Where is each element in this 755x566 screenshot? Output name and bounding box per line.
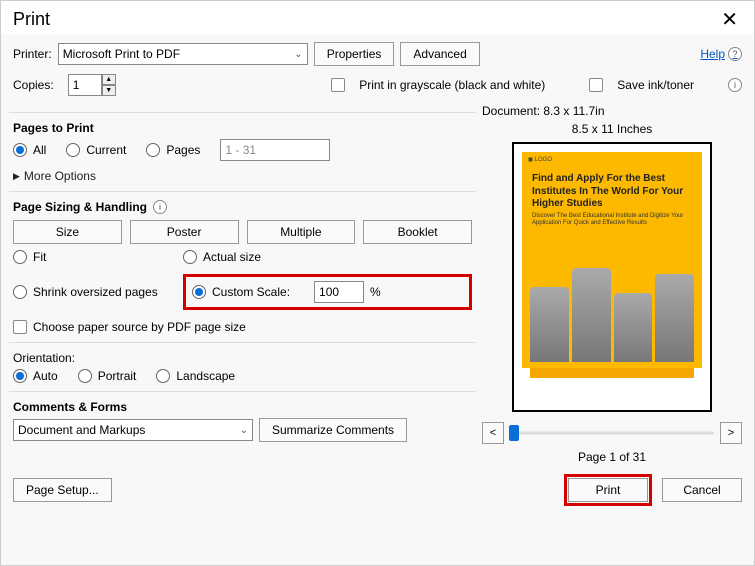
custom-scale-label: Custom Scale: [212, 285, 290, 299]
paper-size-label: 8.5 x 11 Inches [482, 122, 742, 136]
cancel-button[interactable]: Cancel [662, 478, 742, 502]
summarize-button[interactable]: Summarize Comments [259, 418, 407, 442]
triangle-right-icon: ▶ [13, 171, 20, 182]
booklet-button[interactable]: Booklet [363, 220, 472, 244]
custom-scale-radio[interactable] [192, 285, 206, 299]
prev-page-button[interactable]: < [482, 422, 504, 444]
printer-value: Microsoft Print to PDF [63, 47, 180, 61]
save-ink-label: Save ink/toner [617, 78, 694, 92]
chevron-down-icon: ⌄ [240, 425, 248, 436]
pages-heading: Pages to Print [13, 121, 472, 135]
shrink-radio[interactable] [13, 285, 27, 299]
comments-heading: Comments & Forms [13, 400, 472, 414]
preview-logo: ◼ LOGO [522, 152, 702, 167]
choose-paper-checkbox[interactable] [13, 320, 27, 334]
close-icon[interactable]: ✕ [715, 7, 744, 32]
print-button[interactable]: Print [568, 478, 648, 502]
print-highlight: Print [564, 474, 652, 506]
save-ink-info-icon[interactable]: i [728, 78, 742, 92]
print-preview: ◼ LOGO Find and Apply For the Best Insti… [512, 142, 712, 412]
orient-portrait-label: Portrait [98, 369, 137, 383]
sizing-heading: Page Sizing & Handling [13, 200, 147, 214]
percent-label: % [370, 285, 381, 299]
actual-radio[interactable] [183, 250, 197, 264]
pages-range-input[interactable] [220, 139, 330, 161]
page-indicator: Page 1 of 31 [482, 450, 742, 464]
custom-scale-group: Custom Scale: % [183, 274, 472, 310]
preview-photo [530, 237, 694, 368]
orient-auto-radio[interactable] [13, 369, 27, 383]
poster-button[interactable]: Poster [130, 220, 239, 244]
page-slider[interactable] [510, 423, 714, 443]
chevron-down-icon: ⌄ [294, 49, 302, 60]
pages-range-label: Pages [166, 143, 200, 157]
more-options-label: More Options [24, 169, 96, 183]
help-link[interactable]: Help ? [700, 47, 742, 61]
copies-input[interactable] [68, 74, 102, 96]
orient-auto-label: Auto [33, 369, 58, 383]
comments-value: Document and Markups [18, 423, 145, 437]
comments-select[interactable]: Document and Markups ⌄ [13, 419, 253, 441]
help-info-icon: ? [728, 47, 742, 61]
copies-down-icon[interactable]: ▼ [102, 85, 116, 96]
advanced-button[interactable]: Advanced [400, 42, 479, 66]
actual-label: Actual size [203, 250, 261, 264]
sizing-info-icon[interactable]: i [153, 200, 167, 214]
slider-thumb[interactable] [509, 425, 519, 441]
pages-current-label: Current [86, 143, 126, 157]
window-title: Print [13, 9, 50, 30]
multiple-button[interactable]: Multiple [247, 220, 356, 244]
pages-current-radio[interactable] [66, 143, 80, 157]
grayscale-checkbox[interactable] [331, 78, 345, 92]
fit-label: Fit [33, 250, 46, 264]
fit-radio[interactable] [13, 250, 27, 264]
doc-dims-label: Document: 8.3 x 11.7in [482, 104, 742, 118]
choose-paper-label: Choose paper source by PDF page size [33, 320, 246, 334]
help-label: Help [700, 47, 725, 61]
more-options-toggle[interactable]: ▶ More Options [13, 169, 472, 183]
printer-select[interactable]: Microsoft Print to PDF ⌄ [58, 43, 308, 65]
pages-all-radio[interactable] [13, 143, 27, 157]
pages-range-radio[interactable] [146, 143, 160, 157]
shrink-label: Shrink oversized pages [33, 285, 158, 299]
save-ink-checkbox[interactable] [589, 78, 603, 92]
pages-all-label: All [33, 143, 46, 157]
next-page-button[interactable]: > [720, 422, 742, 444]
printer-label: Printer: [13, 47, 52, 61]
properties-button[interactable]: Properties [314, 42, 395, 66]
preview-subtitle: Discover The Best Educational Institute … [522, 213, 702, 233]
orient-landscape-label: Landscape [176, 369, 235, 383]
grayscale-label: Print in grayscale (black and white) [359, 78, 545, 92]
orient-landscape-radio[interactable] [156, 369, 170, 383]
page-setup-button[interactable]: Page Setup... [13, 478, 112, 502]
orient-portrait-radio[interactable] [78, 369, 92, 383]
preview-title: Find and Apply For the Best Institutes I… [522, 167, 702, 213]
custom-scale-input[interactable] [314, 281, 364, 303]
copies-up-icon[interactable]: ▲ [102, 74, 116, 85]
orientation-heading: Orientation: [13, 351, 472, 365]
copies-label: Copies: [13, 78, 54, 92]
size-button[interactable]: Size [13, 220, 122, 244]
